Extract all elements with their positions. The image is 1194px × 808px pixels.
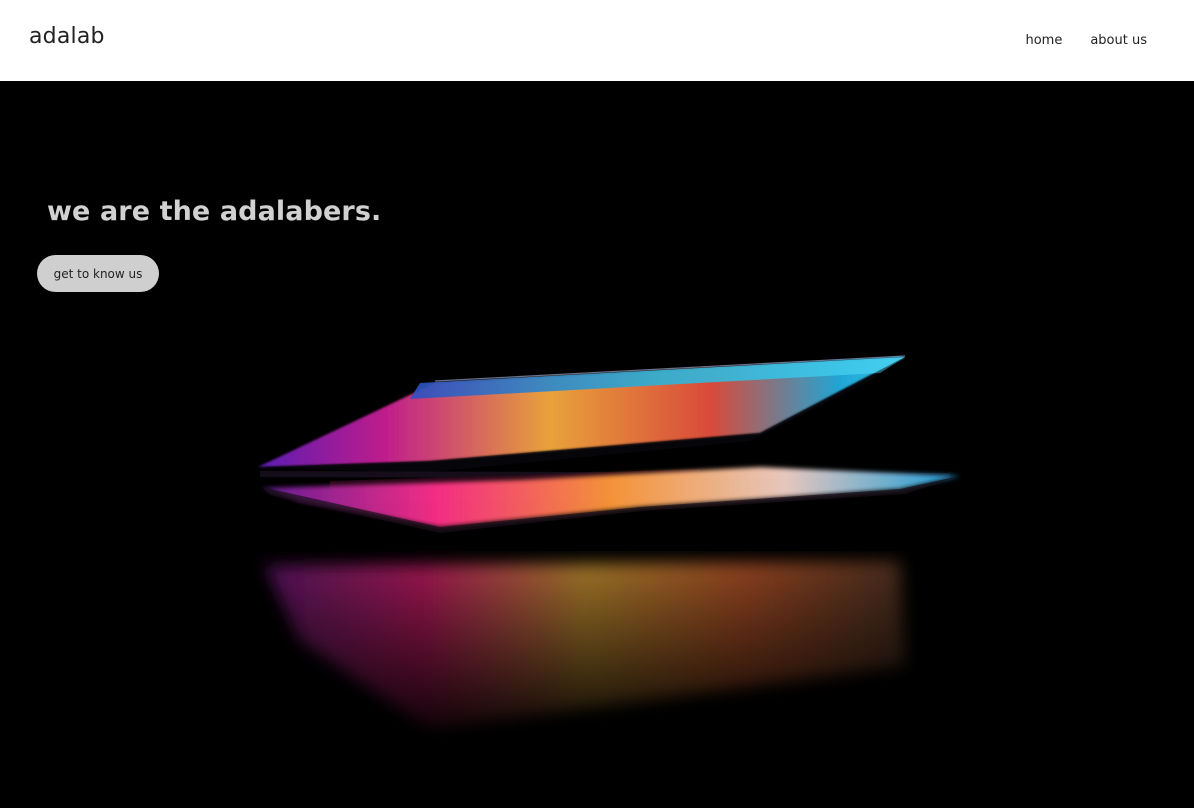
hero-laptop-image — [258, 355, 960, 731]
nav-home-link[interactable]: home — [1025, 33, 1062, 48]
get-to-know-us-button[interactable]: get to know us — [37, 255, 159, 292]
hero-headline: we are the adalabers. — [47, 196, 382, 227]
nav-about-us-link[interactable]: about us — [1090, 33, 1147, 48]
hero-section: we are the adalabers. get to know us — [0, 81, 1194, 808]
laptop-base — [260, 467, 960, 533]
laptop-reflection — [265, 561, 905, 731]
site-logo[interactable]: adalab — [29, 24, 105, 49]
main-nav: home about us — [1025, 33, 1147, 48]
site-header: adalab home about us — [0, 0, 1194, 81]
laptop-lid — [258, 355, 906, 473]
